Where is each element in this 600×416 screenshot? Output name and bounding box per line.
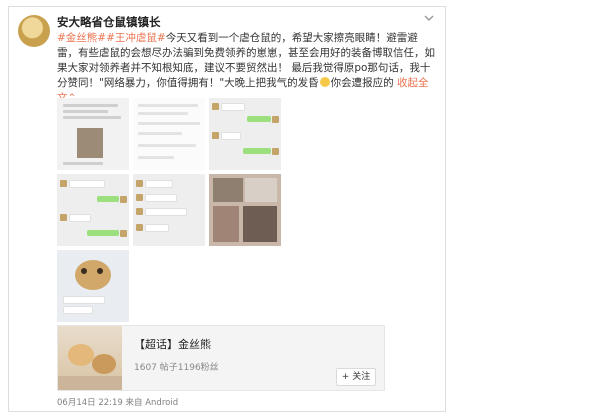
- image-thumbnail-1[interactable]: [57, 98, 129, 170]
- image-thumbnail-5[interactable]: [133, 174, 205, 246]
- smiley-emoji-icon: [319, 77, 330, 87]
- avatar[interactable]: [18, 15, 50, 47]
- super-topic-image: [58, 326, 122, 390]
- post-meta: 06月14日 22:19 来自 Android: [57, 398, 179, 408]
- follow-button[interactable]: + 关注: [336, 368, 376, 386]
- chevron-down-icon[interactable]: [423, 13, 435, 23]
- image-thumbnail-6[interactable]: [209, 174, 281, 246]
- super-topic-stats: 1607 帖子1196粉丝: [134, 363, 219, 373]
- super-topic-card[interactable]: 【超话】金丝熊 1607 帖子1196粉丝 + 关注: [57, 325, 385, 391]
- image-thumbnail-4[interactable]: [57, 174, 129, 246]
- post-body: #金丝熊##王冲虐鼠#今天又看到一个虐仓鼠的，希望大家擦亮眼睛！避雷避雷，有些虐…: [57, 31, 437, 106]
- photo-snippet: [77, 128, 103, 158]
- super-topic-title[interactable]: 【超话】金丝熊: [134, 336, 211, 352]
- username[interactable]: 安大略省仓鼠镇镇长: [57, 14, 161, 30]
- topic-link-2[interactable]: #王冲虐鼠#: [106, 32, 166, 44]
- weibo-post-card: 安大略省仓鼠镇镇长 #金丝熊##王冲虐鼠#今天又看到一个虐仓鼠的，希望大家擦亮眼…: [8, 6, 446, 412]
- image-thumbnail-2[interactable]: [133, 98, 205, 170]
- topic-link-1[interactable]: #金丝熊#: [57, 32, 106, 44]
- image-thumbnail-7[interactable]: [57, 250, 129, 322]
- image-thumbnail-3[interactable]: [209, 98, 281, 170]
- post-body-end: 你会遭报应的: [330, 77, 394, 89]
